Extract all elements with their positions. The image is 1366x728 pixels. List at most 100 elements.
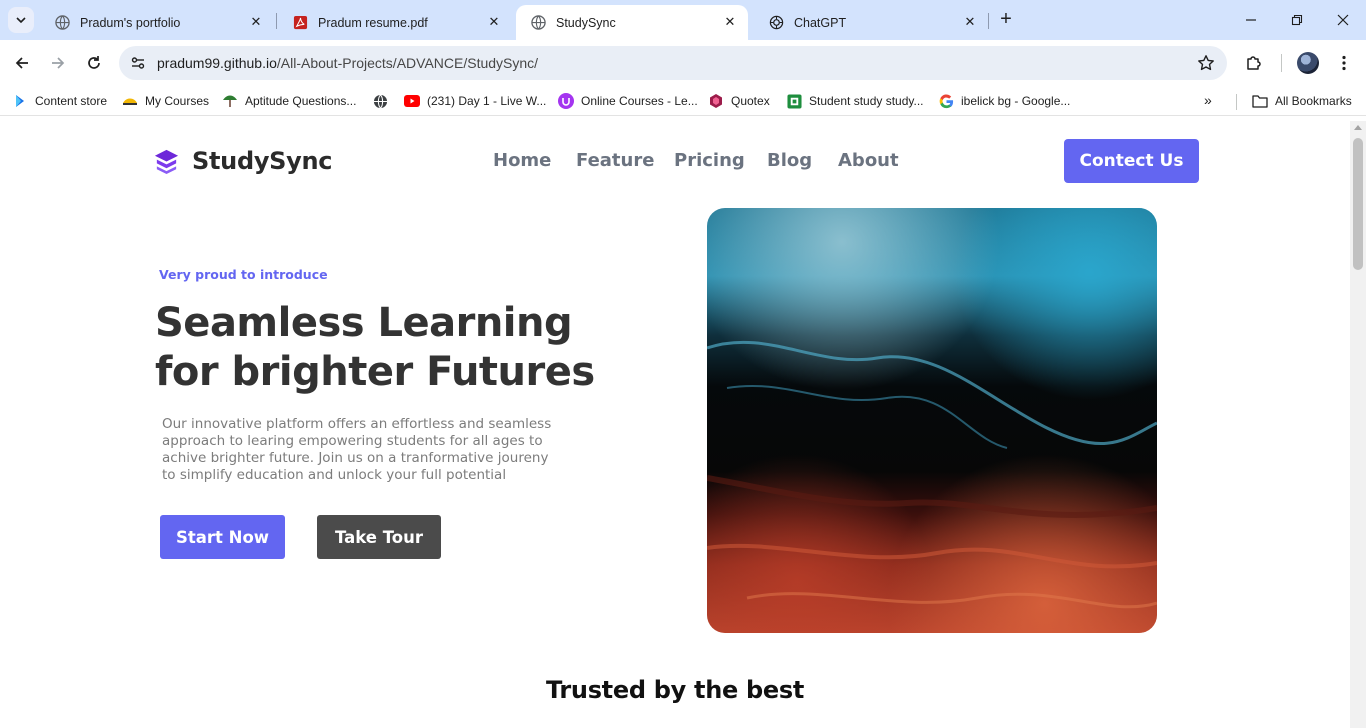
- tab-resume[interactable]: Pradum resume.pdf ✕: [278, 5, 512, 40]
- reload-icon: [88, 56, 100, 69]
- puzzle-icon: [1247, 56, 1261, 70]
- globe-icon: [530, 15, 546, 31]
- bookmark-label: (231) Day 1 - Live W...: [427, 94, 547, 108]
- chevron-down-icon: [16, 17, 26, 24]
- minimize-icon: [1246, 19, 1256, 21]
- brand-logo[interactable]: StudySync: [153, 147, 333, 175]
- aptitude-icon: [222, 93, 238, 109]
- tab-strip: Pradum's portfolio ✕ Pradum resume.pdf ✕…: [0, 0, 1366, 40]
- bookmark-globe[interactable]: [372, 92, 395, 110]
- restore-button[interactable]: [1286, 9, 1308, 31]
- student-study-icon: [786, 93, 802, 109]
- new-tab-button[interactable]: +: [996, 9, 1016, 30]
- nav-pricing[interactable]: Pricing: [674, 150, 745, 171]
- bookmark-label: Online Courses - Le...: [581, 94, 698, 108]
- tab-portfolio[interactable]: Pradum's portfolio ✕: [40, 5, 274, 40]
- globe-icon: [54, 15, 70, 31]
- close-icon[interactable]: ✕: [248, 14, 264, 30]
- bookmark-label: ibelick bg - Google...: [961, 94, 1071, 108]
- bookmark-my-courses[interactable]: My Courses: [122, 92, 209, 110]
- youtube-icon: [404, 93, 420, 109]
- graduation-layers-icon: [154, 149, 179, 174]
- url-text: pradum99.github.io/All-About-Projects/AD…: [157, 55, 538, 71]
- all-bookmarks-label: All Bookmarks: [1275, 94, 1352, 108]
- bookmark-label: My Courses: [145, 94, 210, 108]
- google-icon: [938, 93, 954, 109]
- nav-blog[interactable]: Blog: [767, 150, 812, 171]
- address-bar[interactable]: pradum99.github.io/All-About-Projects/AD…: [119, 46, 1227, 80]
- nav-about[interactable]: About: [838, 150, 899, 171]
- back-arrow-icon: [15, 57, 28, 69]
- contact-us-button[interactable]: Contect Us: [1064, 139, 1199, 183]
- page-viewport: StudySync Home Feature Pricing Blog Abou…: [0, 121, 1350, 728]
- courses-icon: [122, 93, 138, 109]
- take-tour-button[interactable]: Take Tour: [317, 515, 441, 559]
- bookmark-udemy[interactable]: Online Courses - Le...: [558, 92, 698, 110]
- bookmark-label: Student study study...: [809, 94, 924, 108]
- url-path: /All-About-Projects/ADVANCE/StudySync/: [276, 55, 539, 71]
- url-host: pradum99.github.io: [157, 55, 277, 71]
- tab-title: StudySync: [556, 15, 616, 30]
- globe-icon: [372, 93, 388, 109]
- site-info-icon[interactable]: [129, 54, 147, 72]
- tab-chatgpt[interactable]: ChatGPT ✕: [754, 5, 988, 40]
- forward-arrow-icon: [52, 57, 65, 69]
- pdf-icon: [292, 15, 308, 31]
- bookmark-content-store[interactable]: Content store: [12, 92, 107, 110]
- tab-separator: [988, 13, 989, 29]
- udemy-icon: [558, 93, 574, 109]
- nav-home[interactable]: Home: [493, 150, 551, 171]
- tab-search-button[interactable]: [8, 7, 34, 33]
- tab-title: Pradum resume.pdf: [318, 15, 428, 30]
- kebab-menu-icon: [1342, 55, 1346, 71]
- bookmarks-bar: Content store My Courses Aptitude Questi…: [0, 86, 1366, 116]
- hero-eyebrow: Very proud to introduce: [159, 267, 328, 282]
- quotex-icon: [708, 93, 724, 109]
- bookmark-quotex[interactable]: Quotex: [708, 92, 770, 110]
- all-bookmarks-button[interactable]: All Bookmarks: [1252, 92, 1352, 110]
- content-store-icon: [12, 93, 28, 109]
- fluid-art-image: [707, 208, 1157, 633]
- back-button[interactable]: [10, 51, 34, 75]
- menu-button[interactable]: [1332, 51, 1356, 75]
- hero-description: Our innovative platform offers an effort…: [162, 416, 552, 483]
- reload-button[interactable]: [82, 51, 106, 75]
- more-bookmarks-chevron-icon[interactable]: »: [1204, 92, 1212, 108]
- bookmark-student-study[interactable]: Student study study...: [786, 92, 924, 110]
- close-icon[interactable]: ✕: [962, 14, 978, 30]
- tab-title: ChatGPT: [794, 15, 847, 30]
- chatgpt-icon: [768, 15, 784, 31]
- start-now-button[interactable]: Start Now: [160, 515, 285, 559]
- brand-name: StudySync: [192, 147, 333, 175]
- tab-separator: [276, 13, 277, 29]
- extensions-button[interactable]: [1242, 51, 1266, 75]
- scroll-up-arrow-icon[interactable]: [1354, 125, 1362, 130]
- nav-feature[interactable]: Feature: [576, 150, 654, 171]
- bookmark-google[interactable]: ibelick bg - Google...: [938, 92, 1070, 110]
- bookmark-label: Aptitude Questions...: [245, 94, 357, 108]
- toolbar-divider: [1281, 54, 1282, 72]
- close-icon[interactable]: ✕: [486, 14, 502, 30]
- hero-title: Seamless Learning for brighter Futures: [155, 300, 595, 395]
- close-icon[interactable]: ✕: [722, 14, 738, 30]
- tab-studysync[interactable]: StudySync ✕: [516, 5, 748, 40]
- bookmark-label: Quotex: [731, 94, 770, 108]
- tab-title: Pradum's portfolio: [80, 15, 181, 30]
- page-scrollbar[interactable]: [1350, 121, 1366, 728]
- restore-icon: [1291, 14, 1303, 26]
- hero-abstract-image: [707, 208, 1157, 633]
- bookmark-label: Content store: [35, 94, 108, 108]
- close-icon: [1337, 14, 1349, 26]
- browser-toolbar: pradum99.github.io/All-About-Projects/AD…: [0, 40, 1366, 86]
- bookmark-youtube[interactable]: (231) Day 1 - Live W...: [404, 92, 546, 110]
- bookmarks-separator: [1236, 94, 1237, 110]
- profile-avatar[interactable]: [1297, 52, 1319, 74]
- close-window-button[interactable]: [1332, 9, 1354, 31]
- bookmark-aptitude[interactable]: Aptitude Questions...: [222, 92, 356, 110]
- folder-icon: [1252, 93, 1268, 109]
- minimize-button[interactable]: [1240, 9, 1262, 31]
- trusted-heading: Trusted by the best: [545, 676, 805, 704]
- bookmark-star-icon[interactable]: [1197, 54, 1215, 72]
- scrollbar-thumb[interactable]: [1353, 138, 1363, 270]
- forward-button[interactable]: [46, 51, 70, 75]
